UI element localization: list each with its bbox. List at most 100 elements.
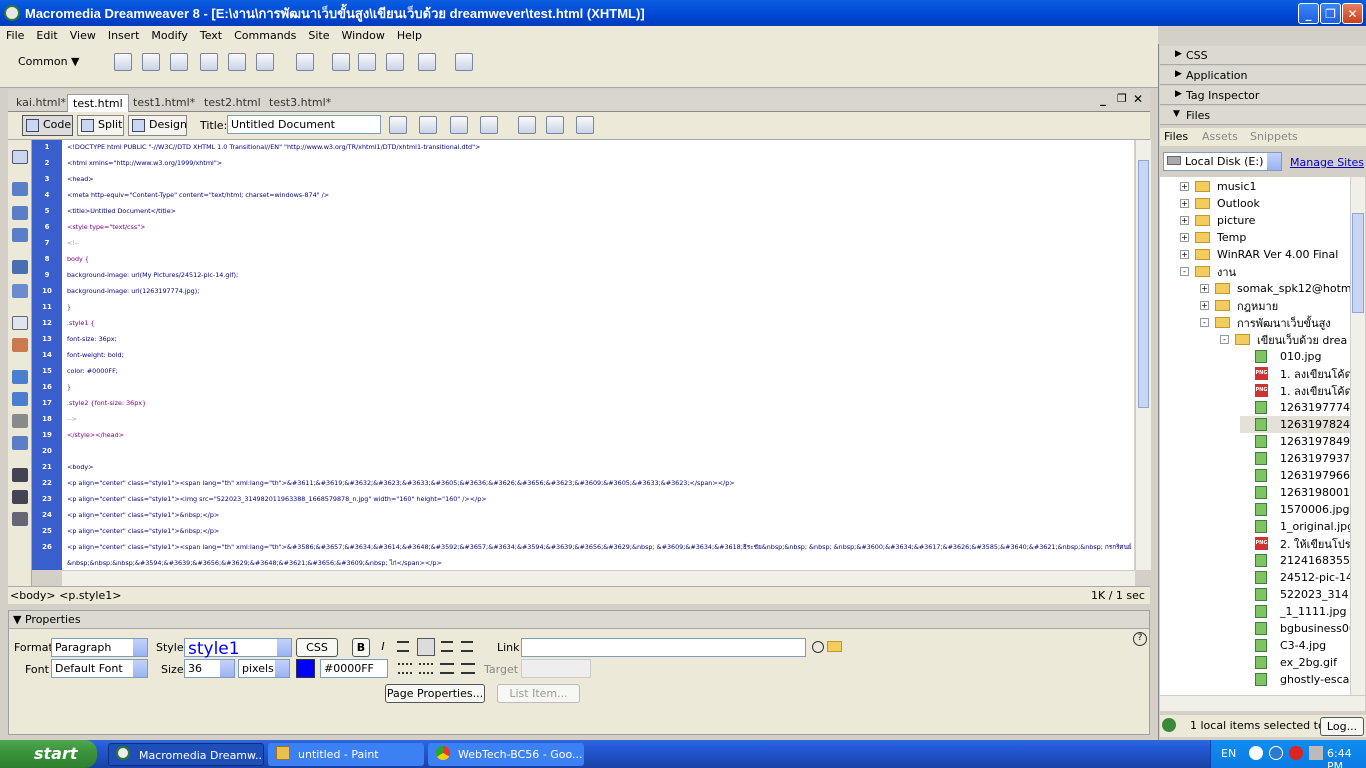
- collapse-icon[interactable]: -: [1200, 318, 1209, 327]
- file-tree[interactable]: + music1 + Outlook + picture + Temp + WinRAR Ver …: [1160, 177, 1350, 695]
- log-button[interactable]: Log...: [1320, 717, 1364, 736]
- open-documents-icon[interactable]: [12, 150, 28, 164]
- collapse-icon[interactable]: -: [1220, 335, 1229, 344]
- validate-icon[interactable]: [419, 116, 437, 134]
- preview-browser-icon[interactable]: [480, 116, 498, 134]
- hyperlink-icon[interactable]: [114, 53, 132, 71]
- expand-all-icon[interactable]: [12, 228, 28, 242]
- wrap-tag-icon[interactable]: [12, 414, 28, 428]
- volume-icon[interactable]: [1309, 746, 1323, 760]
- format-source-icon[interactable]: [12, 512, 28, 526]
- align-right-icon[interactable]: [441, 641, 453, 652]
- task-paint[interactable]: untitled - Paint: [268, 743, 424, 766]
- style-select[interactable]: style1: [184, 638, 292, 659]
- tab-assets[interactable]: Assets: [1202, 130, 1238, 143]
- layer-icon[interactable]: [228, 53, 246, 71]
- image-icon[interactable]: [256, 53, 274, 71]
- tree-node[interactable]: 1263197824: [1240, 416, 1350, 433]
- tree-node[interactable]: _1_1111.jpg: [1240, 603, 1347, 620]
- code-view-button[interactable]: Code: [22, 115, 73, 136]
- size-select[interactable]: 36: [184, 659, 235, 678]
- tree-node[interactable]: 1570006.jpg: [1240, 501, 1350, 518]
- tree-node[interactable]: 1263197774: [1240, 399, 1350, 416]
- collapse-icon[interactable]: -: [1180, 267, 1189, 276]
- format-select[interactable]: Paragraph: [51, 638, 148, 657]
- tree-node[interactable]: 24512-pic-14: [1240, 569, 1350, 586]
- align-center-icon[interactable]: [417, 638, 435, 656]
- list-item-button[interactable]: List Item...: [497, 684, 580, 703]
- media-icon[interactable]: [296, 53, 314, 71]
- tree-node[interactable]: 1263197937: [1240, 450, 1350, 467]
- menu-insert[interactable]: Insert: [102, 29, 146, 42]
- tree-node[interactable]: 522023_314: [1240, 586, 1349, 603]
- comment-icon[interactable]: [386, 53, 404, 71]
- code-editor[interactable]: <!DOCTYPE html PUBLIC "-//W3C//DTD XHTML…: [62, 140, 1134, 570]
- help-icon[interactable]: ?: [1133, 632, 1147, 646]
- tree-node[interactable]: + Temp: [1180, 229, 1246, 246]
- tray-arrow-icon[interactable]: [1249, 746, 1263, 760]
- css-button[interactable]: CSS: [296, 638, 338, 657]
- tree-node[interactable]: PNG 1. ลงเขียนโค้ด: [1240, 365, 1350, 382]
- close-button[interactable]: ✕: [1342, 3, 1363, 24]
- text-color-input[interactable]: #0000FF: [320, 659, 388, 678]
- file-tree-hscrollbar[interactable]: [1160, 695, 1365, 711]
- browse-folder-icon[interactable]: [827, 641, 842, 652]
- justify-icon[interactable]: [461, 641, 473, 652]
- select-parent-tag-icon[interactable]: [12, 260, 28, 274]
- language-indicator[interactable]: EN: [1221, 747, 1236, 760]
- text-color-swatch[interactable]: [296, 659, 315, 678]
- browser-check-icon[interactable]: [389, 116, 407, 134]
- templates-icon[interactable]: [418, 53, 436, 71]
- tree-node[interactable]: - เขียนเว็บด้วย drea: [1220, 331, 1347, 348]
- point-to-file-icon[interactable]: [812, 641, 824, 653]
- menu-site[interactable]: Site: [302, 29, 335, 42]
- menu-modify[interactable]: Modify: [145, 29, 193, 42]
- tree-node[interactable]: 1263197849: [1240, 433, 1350, 450]
- target-select[interactable]: [521, 659, 591, 678]
- collapse-selection-icon[interactable]: [12, 206, 28, 220]
- collapse-tag-icon[interactable]: [12, 182, 28, 196]
- application-panel-header[interactable]: Application: [1160, 66, 1366, 85]
- doc-restore-icon[interactable]: ❐: [1117, 92, 1127, 105]
- named-anchor-icon[interactable]: [170, 53, 188, 71]
- tree-node[interactable]: 1263197966: [1240, 467, 1350, 484]
- tree-node[interactable]: + somak_spk12@hotma: [1200, 280, 1350, 297]
- doc-close-icon[interactable]: ✕: [1133, 92, 1143, 106]
- doc-minimize-icon[interactable]: _: [1100, 92, 1106, 106]
- remove-comment-icon[interactable]: [12, 392, 28, 406]
- tag-inspector-panel-header[interactable]: Tag Inspector: [1160, 86, 1366, 105]
- expand-icon[interactable]: +: [1200, 301, 1209, 310]
- table-icon[interactable]: [200, 53, 218, 71]
- tree-node[interactable]: + กฎหมาย: [1200, 297, 1278, 314]
- tree-node[interactable]: bgbusiness06: [1240, 620, 1350, 637]
- unordered-list-icon[interactable]: [398, 663, 412, 674]
- highlight-invalid-code-icon[interactable]: [12, 338, 28, 352]
- tree-node[interactable]: ex_2bg.gif: [1240, 654, 1337, 671]
- restore-button[interactable]: ❐: [1320, 3, 1341, 24]
- align-left-icon[interactable]: [397, 641, 409, 652]
- expand-icon[interactable]: +: [1200, 284, 1209, 293]
- tab-files[interactable]: Files: [1164, 130, 1188, 143]
- tab-test[interactable]: test.html: [67, 94, 129, 112]
- menu-view[interactable]: View: [64, 29, 102, 42]
- text-outdent-icon[interactable]: [440, 663, 454, 674]
- tree-node[interactable]: PNG 1. ลงเขียนโค้ด: [1240, 382, 1350, 399]
- tree-node[interactable]: 1_original.jpg: [1240, 518, 1350, 535]
- tree-node[interactable]: + picture: [1180, 212, 1255, 229]
- tab-test2[interactable]: test2.html: [199, 94, 266, 112]
- site-select[interactable]: Local Disk (E:): [1163, 152, 1282, 171]
- code-horizontal-scrollbar[interactable]: [62, 570, 1135, 586]
- split-view-button[interactable]: Split: [77, 115, 124, 136]
- view-options-icon[interactable]: [546, 116, 564, 134]
- files-panel-header[interactable]: Files: [1160, 106, 1366, 125]
- expand-icon[interactable]: +: [1180, 233, 1189, 242]
- outdent-code-icon[interactable]: [12, 490, 28, 504]
- date-icon[interactable]: [332, 53, 350, 71]
- menu-file[interactable]: File: [0, 29, 30, 42]
- visual-aids-icon[interactable]: [576, 116, 594, 134]
- recent-snippets-icon[interactable]: [12, 436, 28, 450]
- apply-comment-icon[interactable]: [12, 370, 28, 384]
- tree-node[interactable]: + Outlook: [1180, 195, 1260, 212]
- tag-chooser-icon[interactable]: [455, 53, 473, 71]
- task-dreamweaver[interactable]: Macromedia Dreamw...: [108, 743, 264, 766]
